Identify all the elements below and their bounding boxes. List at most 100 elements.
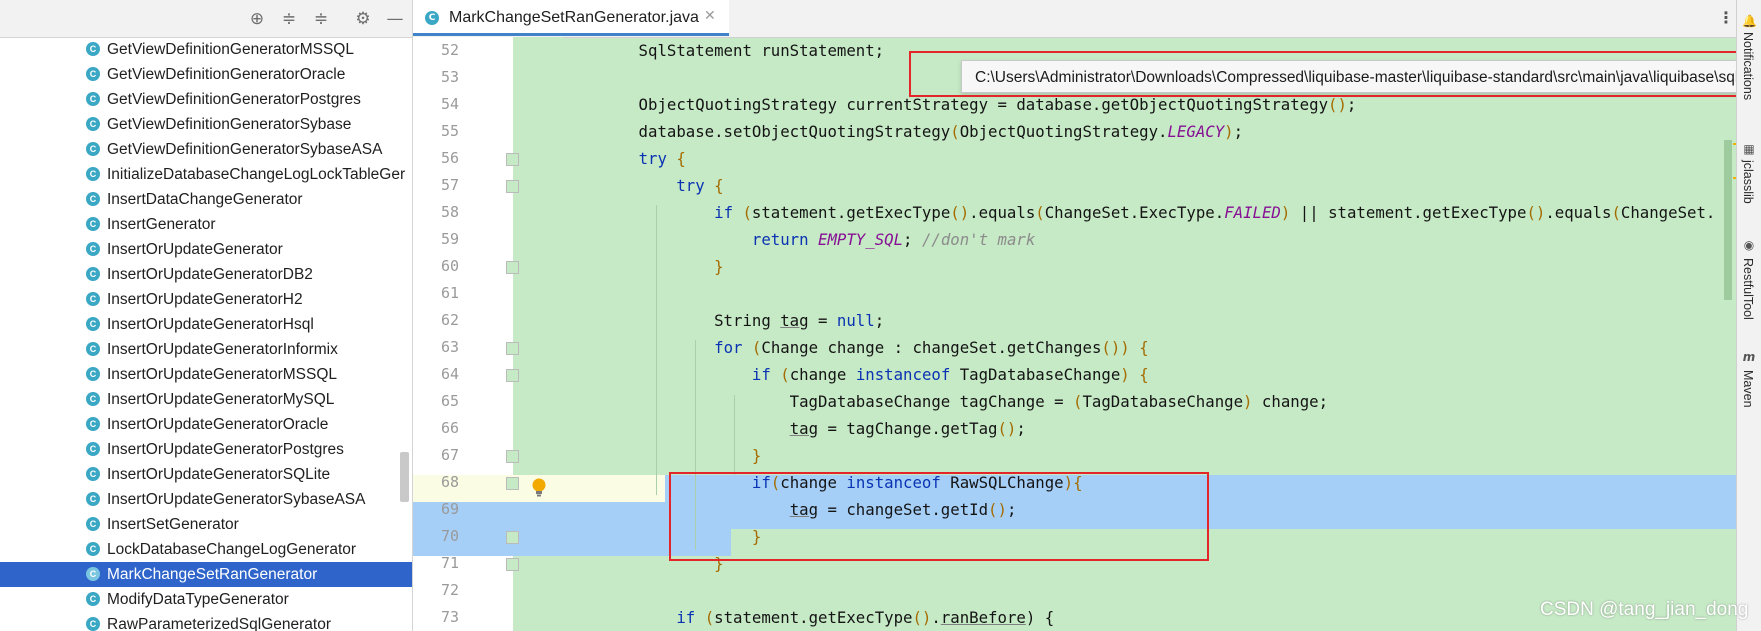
code-line[interactable]: } <box>563 253 1761 280</box>
code-line[interactable]: for (Change change : changeSet.getChange… <box>563 334 1761 361</box>
class-icon: C <box>86 392 100 406</box>
maven-tool[interactable]: Maven <box>1741 370 1755 408</box>
minimize-icon[interactable]: — <box>384 8 406 30</box>
path-highlight-box <box>909 51 1761 97</box>
restfultool-tool[interactable]: RestfulTool <box>1741 258 1755 320</box>
editor-scrollbar[interactable] <box>1724 140 1732 300</box>
tree-item[interactable]: C InsertOrUpdateGeneratorInformix <box>0 337 412 362</box>
expand-all-icon[interactable]: ≑ <box>278 8 300 30</box>
class-icon: C <box>86 592 100 606</box>
tree-item-label: MarkChangeSetRanGenerator <box>107 566 318 583</box>
code-token: Change change : changeSet.getChanges <box>761 338 1102 357</box>
code-line[interactable]: if (change instanceof TagDatabaseChange)… <box>563 361 1761 388</box>
class-icon: C <box>86 92 100 106</box>
tree-item[interactable]: C InsertOrUpdateGeneratorMSSQL <box>0 362 412 387</box>
tree-item[interactable]: C InsertDataChangeGenerator <box>0 187 412 212</box>
fold-marker-icon[interactable] <box>506 342 519 355</box>
fold-marker-icon[interactable] <box>506 477 519 490</box>
tab-label: MarkChangeSetRanGenerator.java <box>449 9 699 26</box>
indent-guide <box>734 395 735 475</box>
code-token: if <box>714 203 734 222</box>
fold-marker-icon[interactable] <box>506 153 519 166</box>
code-token: try <box>638 149 667 168</box>
tree-scrollbar[interactable] <box>400 452 409 502</box>
tree-item[interactable]: C InsertSetGenerator <box>0 512 412 537</box>
tree-item[interactable]: C InitializeDatabaseChangeLogLockTableGer <box>0 162 412 187</box>
fold-marker-icon[interactable] <box>506 261 519 274</box>
tree-item[interactable]: C InsertOrUpdateGeneratorHsql <box>0 312 412 337</box>
close-icon[interactable]: ✕ <box>704 8 716 24</box>
fold-marker-icon[interactable] <box>506 558 519 571</box>
tree-item[interactable]: C GetViewDefinitionGeneratorOracle <box>0 62 412 87</box>
tree-item[interactable]: C InsertOrUpdateGeneratorDB2 <box>0 262 412 287</box>
code-token: database.setObjectQuotingStrategy <box>563 122 951 141</box>
code-line[interactable]: database.setObjectQuotingStrategy(Object… <box>563 118 1761 145</box>
tree-item[interactable]: C ModifyDataTypeGenerator <box>0 587 412 612</box>
line-number: 54 <box>440 95 459 113</box>
right-tool-strip: 🔔 Notifications ▦ jclasslib ◉ RestfulToo… <box>1736 0 1761 631</box>
tab-markchangesetrangenerator[interactable]: C MarkChangeSetRanGenerator.java ✕ <box>413 0 729 36</box>
fold-marker-icon[interactable] <box>506 180 519 193</box>
bell-icon[interactable]: 🔔 <box>1742 14 1757 28</box>
fold-marker-icon[interactable] <box>506 369 519 382</box>
code-editor[interactable]: C MarkChangeSetRanGenerator.java ✕ ⋮ 52 … <box>413 0 1761 631</box>
maven-icon[interactable]: m <box>1742 350 1756 364</box>
code-token: if <box>676 608 696 627</box>
class-icon: C <box>86 217 100 231</box>
fold-marker-icon[interactable] <box>506 531 519 544</box>
tree-item[interactable]: C InsertGenerator <box>0 212 412 237</box>
code-line[interactable]: try { <box>563 145 1761 172</box>
tree-item[interactable]: C RawParameterizedSqlGenerator <box>0 612 412 631</box>
line-number: 64 <box>440 365 459 383</box>
notifications-tool[interactable]: Notifications <box>1741 32 1755 122</box>
collapse-all-icon[interactable]: ≑ <box>310 8 332 30</box>
lightbulb-icon[interactable] <box>529 477 549 499</box>
class-icon: C <box>86 242 100 256</box>
tree-item[interactable]: C GetViewDefinitionGeneratorMSSQL <box>0 37 412 62</box>
tree-item[interactable]: C GetViewDefinitionGeneratorSybaseASA <box>0 137 412 162</box>
more-options-icon[interactable]: ⋮ <box>1718 8 1734 27</box>
code-token: ; <box>1233 122 1244 141</box>
tree-item[interactable]: C InsertOrUpdateGeneratorPostgres <box>0 437 412 462</box>
code-line[interactable]: return EMPTY_SQL; //don't mark <box>563 226 1761 253</box>
code-token: ( <box>1035 203 1045 222</box>
tree-item[interactable]: C InsertOrUpdateGeneratorSQLite <box>0 462 412 487</box>
tree-item[interactable]: C MarkChangeSetRanGenerator <box>0 562 412 587</box>
class-icon: C <box>86 492 100 506</box>
code-line[interactable]: if (statement.getExecType().equals(Chang… <box>563 199 1761 226</box>
tree-item[interactable]: C InsertOrUpdateGeneratorOracle <box>0 412 412 437</box>
gear-icon[interactable]: ⚙ <box>352 8 374 30</box>
code-token: () <box>912 608 932 627</box>
tree-item-label: InsertOrUpdateGeneratorDB2 <box>107 266 313 283</box>
tree-item[interactable]: C InsertOrUpdateGenerator <box>0 237 412 262</box>
jclasslib-icon[interactable]: ▦ <box>1742 142 1756 156</box>
tree-item-label: RawParameterizedSqlGenerator <box>107 616 331 631</box>
class-icon: C <box>86 67 100 81</box>
code-line[interactable]: String tag = null; <box>563 307 1761 334</box>
jclasslib-tool[interactable]: jclasslib <box>1741 160 1755 204</box>
tree-item[interactable]: C GetViewDefinitionGeneratorSybase <box>0 112 412 137</box>
code-line[interactable]: try { <box>563 172 1761 199</box>
code-token: () <box>1328 95 1347 114</box>
code-line[interactable]: TagDatabaseChange tagChange = (TagDataba… <box>563 388 1761 415</box>
code-token: ( <box>950 122 960 141</box>
tree-item[interactable]: C InsertOrUpdateGeneratorMySQL <box>0 387 412 412</box>
locate-icon[interactable]: ⊕ <box>246 8 268 30</box>
fold-marker-icon[interactable] <box>506 450 519 463</box>
globe-icon[interactable]: ◉ <box>1742 238 1756 252</box>
line-number: 61 <box>440 284 459 302</box>
code-token: .equals <box>1545 203 1612 222</box>
tree-item[interactable]: C InsertOrUpdateGeneratorSybaseASA <box>0 487 412 512</box>
line-number: 69 <box>440 500 459 518</box>
code-line[interactable]: } <box>563 442 1761 469</box>
indent-guide <box>656 205 657 495</box>
tree-item[interactable]: C InsertOrUpdateGeneratorH2 <box>0 287 412 312</box>
code-token: if <box>751 365 771 384</box>
code-line[interactable]: tag = tagChange.getTag(); <box>563 415 1761 442</box>
tree-item[interactable]: C LockDatabaseChangeLogGenerator <box>0 537 412 562</box>
code-line[interactable] <box>563 280 1761 307</box>
tree-item-label: InsertOrUpdateGeneratorInformix <box>107 341 338 358</box>
tree-item[interactable]: C GetViewDefinitionGeneratorPostgres <box>0 87 412 112</box>
